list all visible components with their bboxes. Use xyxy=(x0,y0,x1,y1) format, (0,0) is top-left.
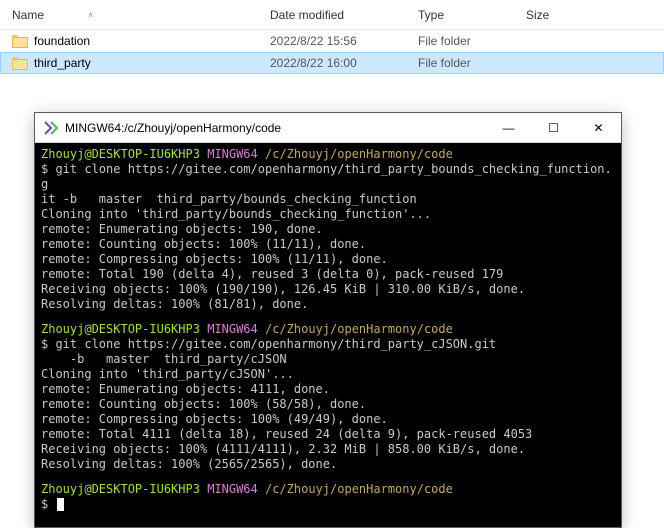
file-type: File folder xyxy=(418,56,526,70)
terminal-line: remote: Counting objects: 100% (58/58), … xyxy=(41,397,615,412)
terminal-line: remote: Counting objects: 100% (11/11), … xyxy=(41,237,615,252)
terminal-line: Cloning into 'third_party/cJSON'... xyxy=(41,367,615,382)
terminal-line: remote: Compressing objects: 100% (49/49… xyxy=(41,412,615,427)
terminal-line: it -b master third_party/bounds_checking… xyxy=(41,192,615,207)
file-date: 2022/8/22 15:56 xyxy=(270,34,418,48)
terminal-line: Receiving objects: 100% (4111/4111), 2.3… xyxy=(41,442,615,457)
prompt-env: MINGW64 xyxy=(207,482,258,496)
terminal-line: Resolving deltas: 100% (2565/2565), done… xyxy=(41,457,615,472)
column-date[interactable]: Date modified xyxy=(270,8,418,22)
prompt-user: Zhouyj@DESKTOP-IU6KHP3 xyxy=(41,147,200,161)
terminal-line: -b master third_party/cJSON xyxy=(41,352,615,367)
file-name: third_party xyxy=(34,56,91,70)
close-button[interactable]: ✕ xyxy=(576,113,621,142)
cursor-icon xyxy=(57,498,64,511)
maximize-button[interactable]: ☐ xyxy=(531,113,576,142)
app-icon xyxy=(43,120,59,136)
titlebar[interactable]: MINGW64:/c/Zhouyj/openHarmony/code — ☐ ✕ xyxy=(35,113,621,143)
file-date: 2022/8/22 16:00 xyxy=(270,56,418,70)
terminal-line: remote: Enumerating objects: 4111, done. xyxy=(41,382,615,397)
sort-indicator-icon: ˄ xyxy=(88,10,93,20)
folder-icon xyxy=(12,35,28,48)
column-type[interactable]: Type xyxy=(418,8,526,22)
terminal-line: remote: Compressing objects: 100% (11/11… xyxy=(41,252,615,267)
terminal-body[interactable]: Zhouyj@DESKTOP-IU6KHP3 MINGW64 /c/Zhouyj… xyxy=(35,143,621,527)
table-row[interactable]: third_party 2022/8/22 16:00 File folder xyxy=(0,52,664,74)
file-type: File folder xyxy=(418,34,526,48)
prompt-user: Zhouyj@DESKTOP-IU6KHP3 xyxy=(41,322,200,336)
column-name[interactable]: Name˄ xyxy=(12,8,270,22)
terminal-line: $ git clone https://gitee.com/openharmon… xyxy=(41,337,615,352)
file-rows: foundation 2022/8/22 15:56 File folder t… xyxy=(0,30,664,74)
prompt-user: Zhouyj@DESKTOP-IU6KHP3 xyxy=(41,482,200,496)
column-size[interactable]: Size xyxy=(526,8,606,22)
column-headers: Name˄ Date modified Type Size xyxy=(0,0,664,30)
terminal-prompt[interactable]: $ xyxy=(41,497,615,512)
prompt-env: MINGW64 xyxy=(207,322,258,336)
terminal-line: remote: Total 190 (delta 4), reused 3 (d… xyxy=(41,267,615,282)
prompt-env: MINGW64 xyxy=(207,147,258,161)
prompt-path: /c/Zhouyj/openHarmony/code xyxy=(265,322,453,336)
folder-icon xyxy=(12,57,28,70)
file-name: foundation xyxy=(34,34,90,48)
terminal-line: Cloning into 'third_party/bounds_checkin… xyxy=(41,207,615,222)
prompt-path: /c/Zhouyj/openHarmony/code xyxy=(265,482,453,496)
terminal-line: Resolving deltas: 100% (81/81), done. xyxy=(41,297,615,312)
terminal-line: Receiving objects: 100% (190/190), 126.4… xyxy=(41,282,615,297)
window-title: MINGW64:/c/Zhouyj/openHarmony/code xyxy=(65,121,486,135)
terminal-window: MINGW64:/c/Zhouyj/openHarmony/code — ☐ ✕… xyxy=(34,112,622,528)
terminal-line: remote: Enumerating objects: 190, done. xyxy=(41,222,615,237)
prompt-path: /c/Zhouyj/openHarmony/code xyxy=(265,147,453,161)
table-row[interactable]: foundation 2022/8/22 15:56 File folder xyxy=(0,30,664,52)
minimize-button[interactable]: — xyxy=(486,113,531,142)
terminal-line: $ git clone https://gitee.com/openharmon… xyxy=(41,162,615,192)
window-controls: — ☐ ✕ xyxy=(486,113,621,142)
terminal-line: remote: Total 4111 (delta 18), reused 24… xyxy=(41,427,615,442)
file-explorer: Name˄ Date modified Type Size foundation… xyxy=(0,0,664,74)
